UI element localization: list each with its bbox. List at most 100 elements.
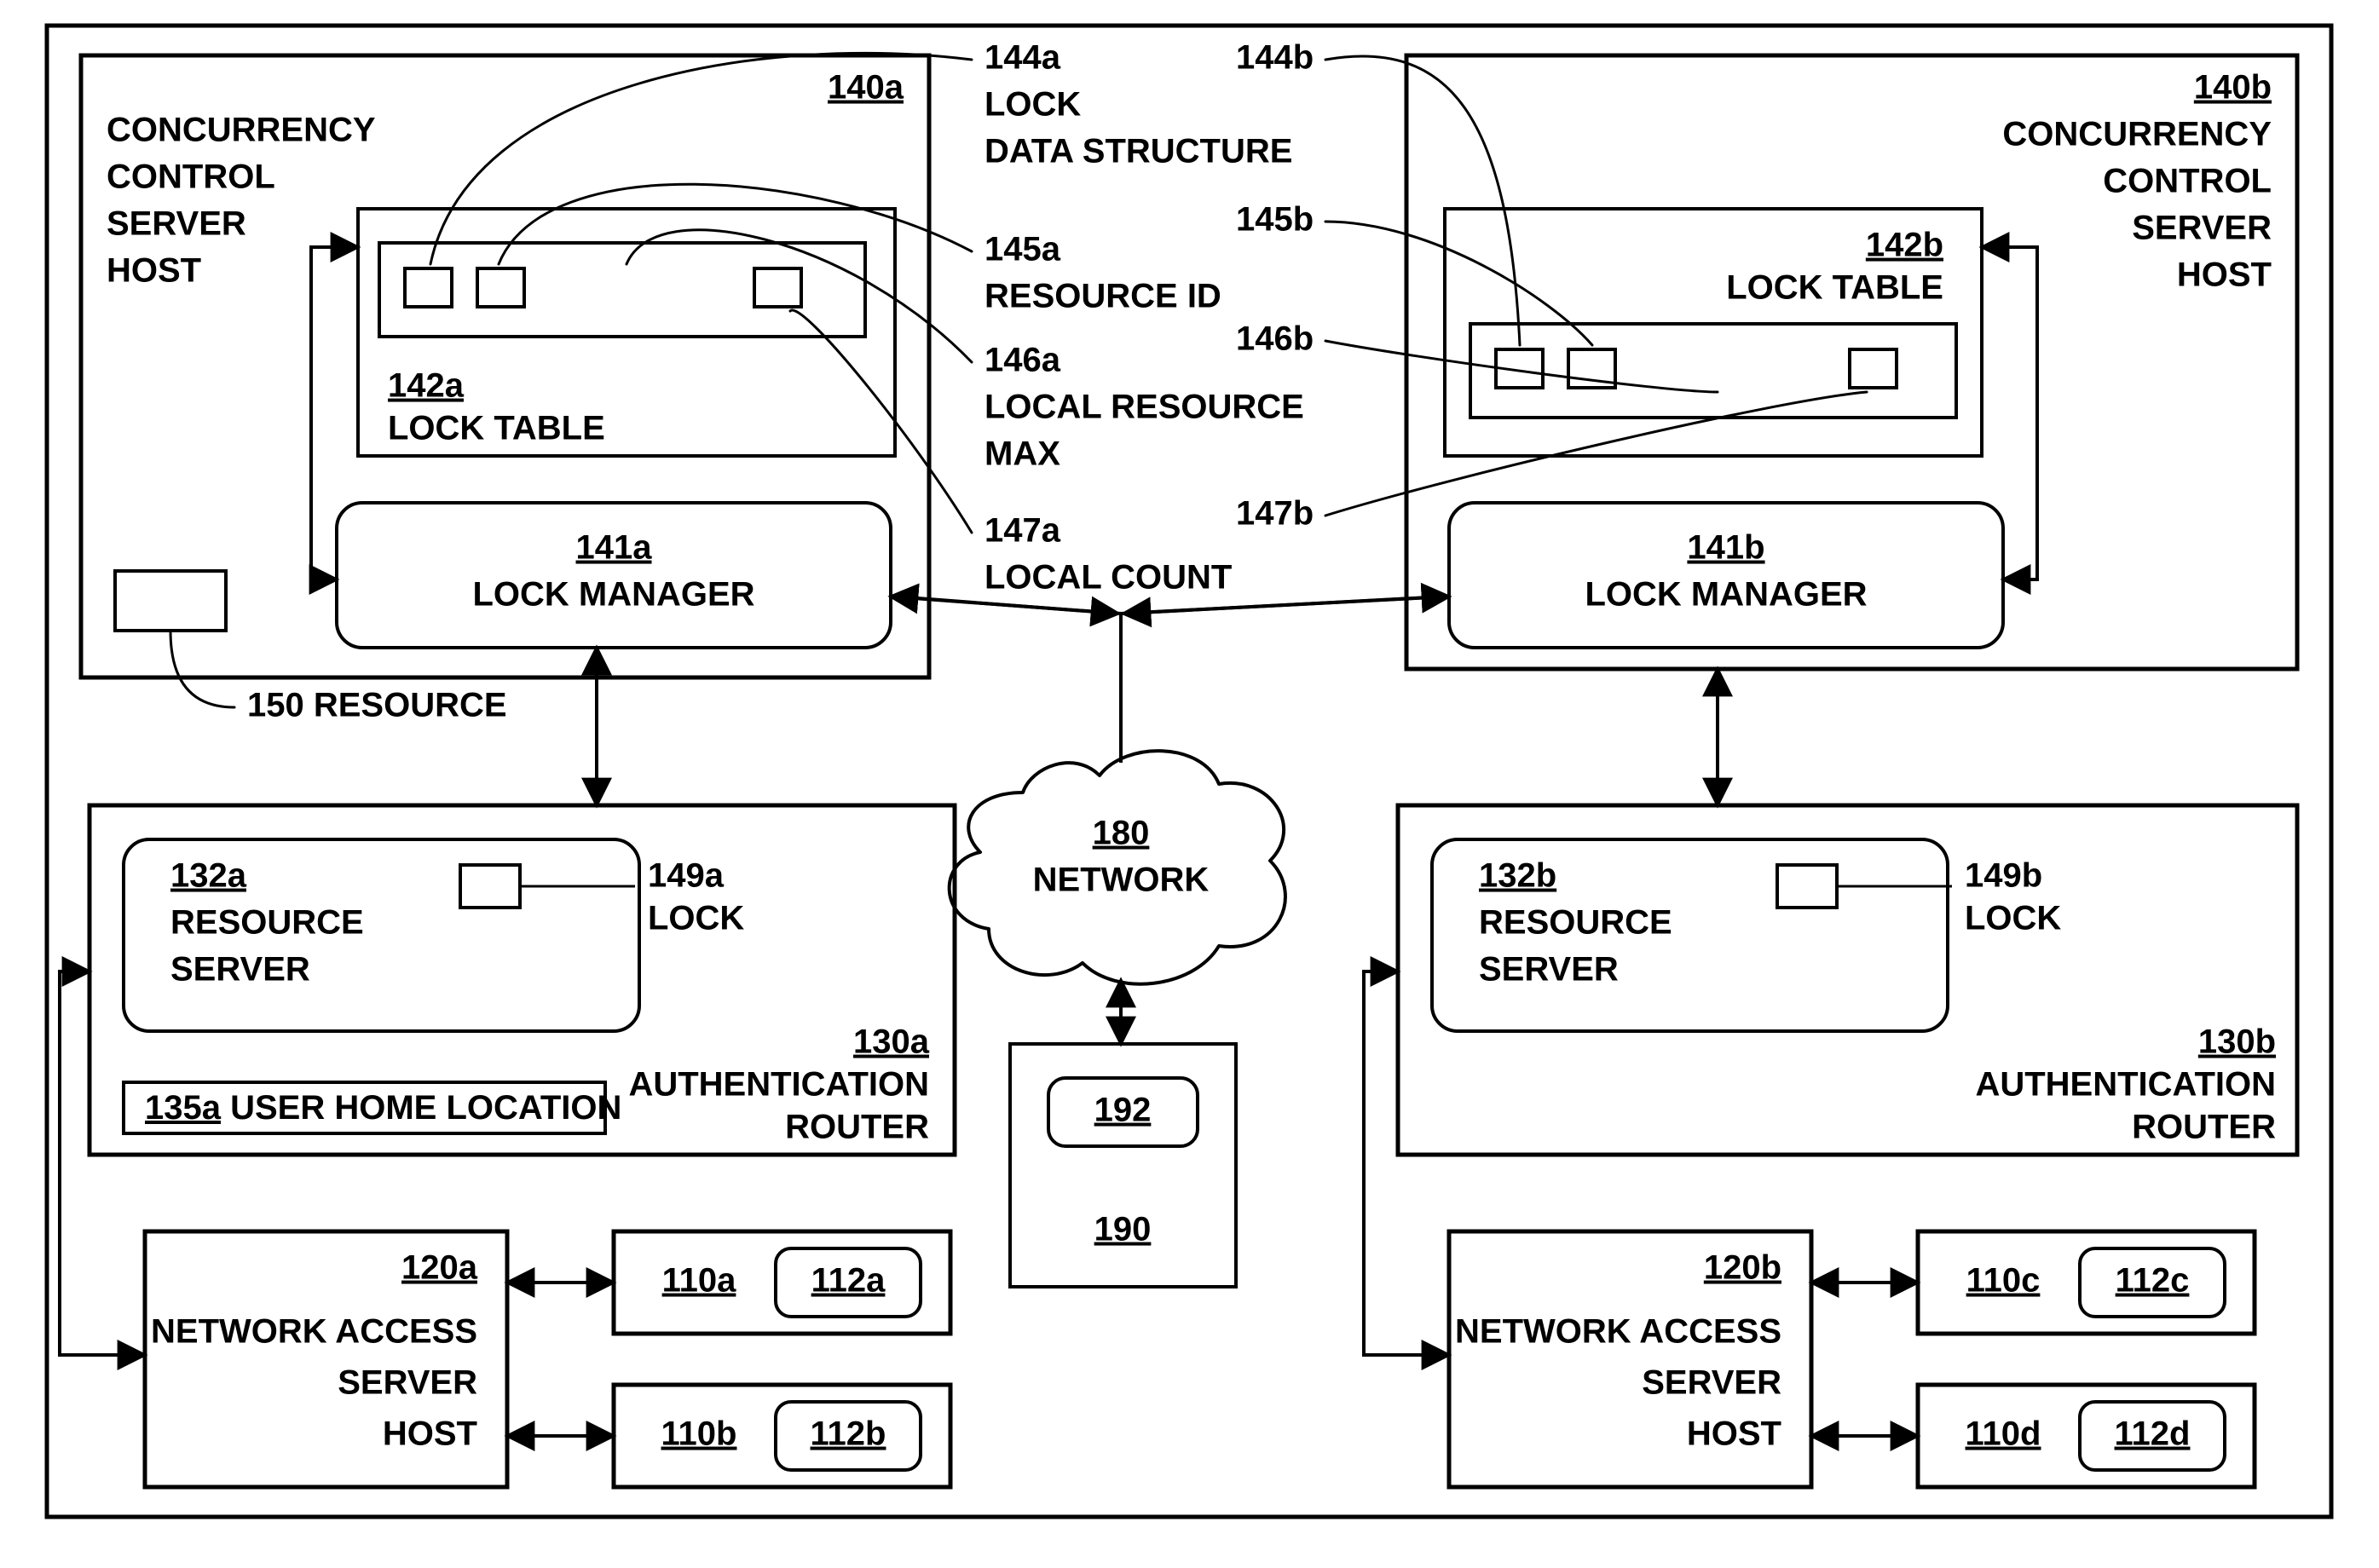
n110c: 110c xyxy=(1966,1262,2041,1300)
lbl-146a-t1: LOCAL RESOURCE xyxy=(985,389,1304,426)
ccsh-a-line3: SERVER xyxy=(107,205,246,243)
client-110b: 110b 112b xyxy=(614,1385,950,1487)
arrow-a-table-to-mgr xyxy=(311,247,337,579)
leader-146a xyxy=(627,230,972,362)
lockmgr-a-text: LOCK MANAGER xyxy=(472,576,754,614)
lm-b-to-network xyxy=(1123,597,1445,614)
lbl-144a-lock: LOCK xyxy=(985,86,1081,124)
ccsh-b-line2: CONTROL xyxy=(2103,163,2272,200)
network-id: 180 xyxy=(1093,815,1150,852)
nas-host-b: 120b NETWORK ACCESS SERVER HOST xyxy=(1449,1231,1811,1487)
nas-b-t1: NETWORK ACCESS xyxy=(1455,1313,1781,1351)
n112a: 112a xyxy=(811,1262,886,1300)
center-callouts: 144a LOCK DATA STRUCTURE 145a RESOURCE I… xyxy=(985,39,1314,597)
ccsh-a-line2: CONTROL xyxy=(107,159,275,196)
resource-label: 150 RESOURCE xyxy=(247,687,507,724)
cell-a-1 xyxy=(405,268,452,307)
lbl-145b: 145b xyxy=(1236,201,1314,239)
ccsh-a-id: 140a xyxy=(828,69,904,107)
n110d: 110d xyxy=(1966,1415,2041,1453)
authrouter-b-text1: AUTHENTICATION xyxy=(1975,1066,2276,1104)
nas-b-t2: SERVER xyxy=(1642,1364,1781,1402)
device-190-id: 190 xyxy=(1094,1211,1152,1248)
rs-b-text1: RESOURCE xyxy=(1479,904,1672,942)
ccsh-b-line3: SERVER xyxy=(2132,210,2272,247)
lock-a-id: 149a xyxy=(648,857,725,895)
lock-a-box xyxy=(460,865,520,908)
lbl-147a-t: LOCAL COUNT xyxy=(985,559,1232,597)
userhome-text: 135a USER HOME LOCATION xyxy=(145,1089,621,1127)
lock-b-box xyxy=(1777,865,1837,908)
rs-b-text2: SERVER xyxy=(1479,951,1619,989)
diagram-root: 140a CONCURRENCY CONTROL SERVER HOST 142… xyxy=(0,0,2379,1568)
concurrency-host-a: 140a CONCURRENCY CONTROL SERVER HOST 142… xyxy=(81,55,929,724)
lbl-145a-t: RESOURCE ID xyxy=(985,278,1221,315)
leader-144b xyxy=(1325,56,1520,345)
network-text: NETWORK xyxy=(1033,862,1210,899)
nas-a-t2: SERVER xyxy=(338,1364,477,1402)
rs-a-id: 132a xyxy=(170,857,247,895)
authrouter-a-id: 130a xyxy=(853,1023,930,1061)
ccsh-a-line4: HOST xyxy=(107,252,201,290)
lbl-144a: 144a xyxy=(985,39,1061,77)
n110b: 110b xyxy=(661,1415,737,1453)
locktable-a-id: 142a xyxy=(388,367,465,405)
n112d: 112d xyxy=(2115,1415,2191,1453)
device-192-id: 192 xyxy=(1094,1092,1152,1129)
arrow-auth-a-nas-a xyxy=(60,971,145,1355)
lbl-147b: 147b xyxy=(1236,495,1314,533)
lock-a-text: LOCK xyxy=(648,900,744,937)
locktable-b-text: LOCK TABLE xyxy=(1726,269,1943,307)
lbl-146b: 146b xyxy=(1236,320,1314,358)
arrow-b-mgr-to-table xyxy=(1982,247,2037,579)
leader-145a xyxy=(499,184,972,264)
client-110d: 110d 112d xyxy=(1918,1385,2255,1487)
ccsh-b-line1: CONCURRENCY xyxy=(2002,116,2272,153)
client-110a: 110a 112a xyxy=(614,1231,950,1334)
network-cloud: 180 NETWORK xyxy=(950,751,1285,984)
ccsh-a-line1: CONCURRENCY xyxy=(107,112,376,149)
lbl-146a: 146a xyxy=(985,342,1061,379)
lbl-147a: 147a xyxy=(985,512,1061,550)
authrouter-a-text2: ROUTER xyxy=(785,1109,929,1146)
authrouter-a-text1: AUTHENTICATION xyxy=(628,1066,929,1104)
lock-b-text: LOCK xyxy=(1965,900,2061,937)
nas-b-t3: HOST xyxy=(1687,1415,1781,1453)
arrow-b-table-to-mgr xyxy=(2003,247,2037,579)
arrow-a-mgr-to-table xyxy=(311,247,358,579)
n112c: 112c xyxy=(2116,1262,2190,1300)
nas-a-id: 120a xyxy=(401,1249,478,1287)
auth-router-a: 130a AUTHENTICATION ROUTER 132a RESOURCE… xyxy=(90,805,955,1155)
rs-b-id: 132b xyxy=(1479,857,1556,895)
ccsh-b-id: 140b xyxy=(2194,69,2272,107)
lbl-145a: 145a xyxy=(985,231,1061,268)
arrow-auth-b-nas-b xyxy=(1364,971,1449,1355)
leader-147a xyxy=(790,310,972,533)
locktable-b-id: 142b xyxy=(1866,227,1943,264)
lockmgr-b-text: LOCK MANAGER xyxy=(1585,576,1867,614)
lock-b-id: 149b xyxy=(1965,857,2042,895)
client-110c: 110c 112c xyxy=(1918,1231,2255,1334)
cell-b-3 xyxy=(1850,349,1897,388)
nas-a-t3: HOST xyxy=(383,1415,477,1453)
cell-a-3 xyxy=(754,268,801,307)
lbl-144b: 144b xyxy=(1236,39,1314,77)
lockmgr-a-id: 141a xyxy=(576,529,653,567)
authrouter-b-id: 130b xyxy=(2198,1023,2276,1061)
nas-a-t1: NETWORK ACCESS xyxy=(151,1313,477,1351)
nas-host-a: 120a NETWORK ACCESS SERVER HOST xyxy=(145,1231,507,1487)
authrouter-b-text2: ROUTER xyxy=(2132,1109,2276,1146)
leader-145b xyxy=(1325,222,1592,345)
locktable-a-text: LOCK TABLE xyxy=(388,410,605,447)
lbl-146a-t2: MAX xyxy=(985,435,1060,473)
resource-box xyxy=(115,571,226,631)
device-190: 192 190 xyxy=(1010,1044,1236,1287)
ccsh-b-line4: HOST xyxy=(2177,257,2272,294)
concurrency-host-b: 140b CONCURRENCY CONTROL SERVER HOST 142… xyxy=(1406,55,2297,669)
n112b: 112b xyxy=(811,1415,886,1453)
lbl-144a-ds: DATA STRUCTURE xyxy=(985,133,1292,170)
nas-b-id: 120b xyxy=(1704,1249,1781,1287)
rs-a-text1: RESOURCE xyxy=(170,904,364,942)
n110a: 110a xyxy=(662,1262,737,1300)
auth-router-b: 130b AUTHENTICATION ROUTER 132b RESOURCE… xyxy=(1398,805,2297,1155)
